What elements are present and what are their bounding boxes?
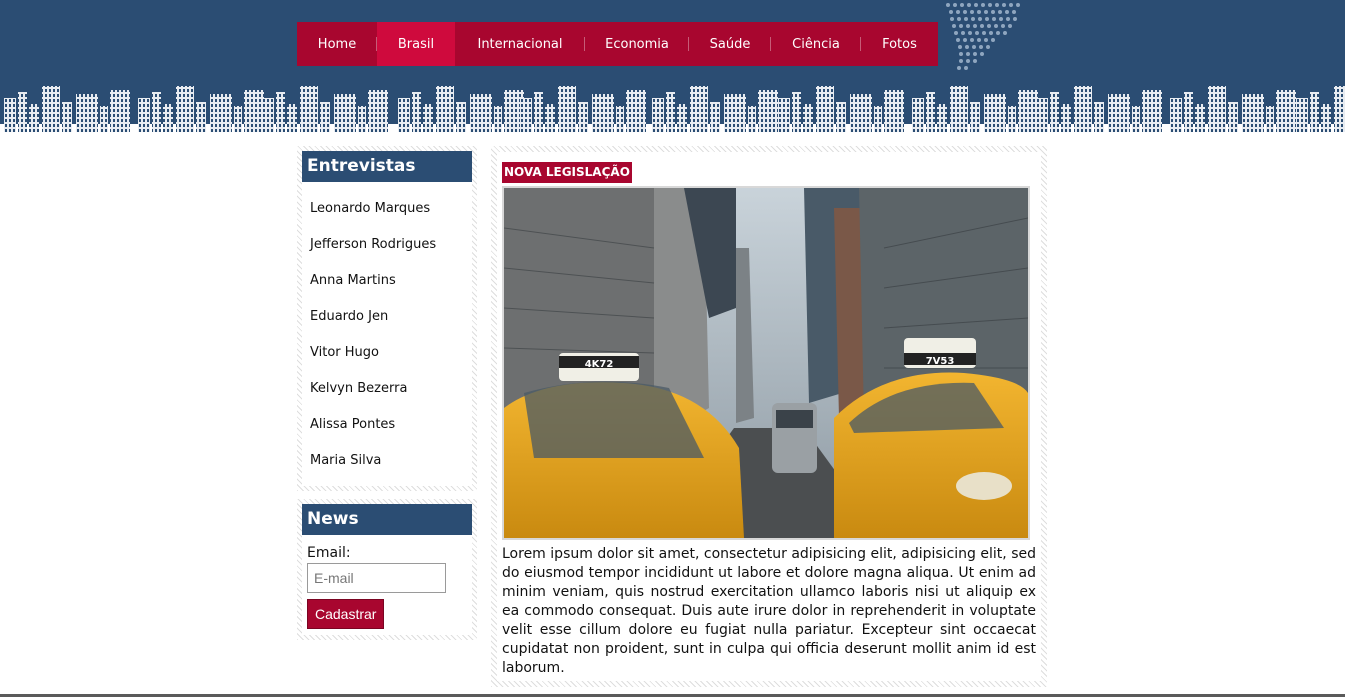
interview-item[interactable]: Maria Silva <box>302 443 472 479</box>
newsletter-title: News <box>302 504 472 535</box>
city-skyline-decoration <box>0 86 1345 132</box>
interviews-title: Entrevistas <box>302 151 472 182</box>
taxi-plate-text: 7V53 <box>926 356 955 367</box>
interview-item[interactable]: Anna Martins <box>302 263 472 299</box>
nav-home[interactable]: Home <box>297 22 377 66</box>
main-nav: Home Brasil Internacional Economia Saúde… <box>297 22 938 66</box>
interviews-list: Leonardo Marques Jefferson Rodrigues Ann… <box>302 182 472 479</box>
nav-fotos[interactable]: Fotos <box>861 22 938 66</box>
interview-item[interactable]: Alissa Pontes <box>302 407 472 443</box>
nav-internacional[interactable]: Internacional <box>455 22 585 66</box>
interview-item[interactable]: Leonardo Marques <box>302 191 472 227</box>
article-body: Lorem ipsum dolor sit amet, consectetur … <box>502 546 1036 676</box>
nav-ciencia[interactable]: Ciência <box>771 22 861 66</box>
interview-item[interactable]: Jefferson Rodrigues <box>302 227 472 263</box>
interview-item[interactable]: Eduardo Jen <box>302 299 472 335</box>
newsletter-form: Email: Cadastrar <box>302 535 472 629</box>
taxi-plate-text: 4K72 <box>585 359 614 370</box>
article-panel: NOVA LEGISLAÇÃO 4K72 7V53 Lorem ipsum do… <box>491 146 1047 687</box>
dotted-pattern-decoration <box>946 3 1020 70</box>
newsletter-panel: News Email: Cadastrar <box>297 499 477 640</box>
article-tag: NOVA LEGISLAÇÃO <box>502 162 632 183</box>
article-photo: 4K72 7V53 <box>502 186 1030 540</box>
nav-economia[interactable]: Economia <box>585 22 689 66</box>
interview-item[interactable]: Vitor Hugo <box>302 335 472 371</box>
interview-item[interactable]: Kelvyn Bezerra <box>302 371 472 407</box>
cadastrar-button[interactable]: Cadastrar <box>307 599 385 629</box>
nav-brasil[interactable]: Brasil <box>377 22 455 66</box>
email-label: Email: <box>307 545 351 561</box>
interviews-panel: Entrevistas Leonardo Marques Jefferson R… <box>297 146 477 491</box>
email-input[interactable] <box>307 563 446 593</box>
nav-saude[interactable]: Saúde <box>689 22 771 66</box>
site-header: Home Brasil Internacional Economia Saúde… <box>0 0 1345 132</box>
